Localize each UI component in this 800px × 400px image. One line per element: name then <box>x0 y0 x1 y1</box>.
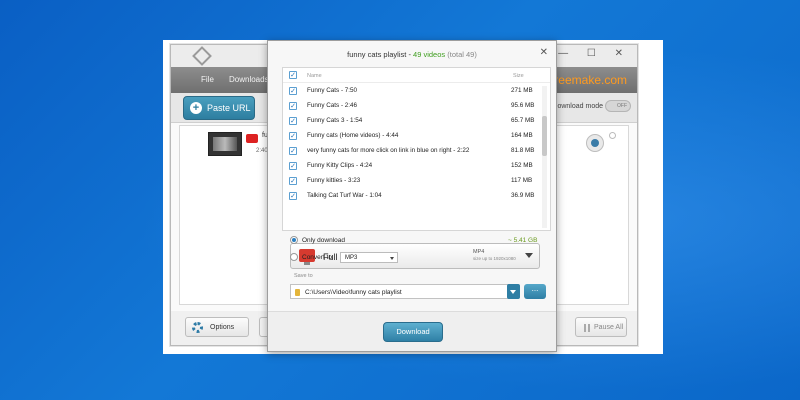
scroll-thumb[interactable] <box>542 116 547 156</box>
video-thumbnail <box>208 132 242 156</box>
list-item[interactable]: ✓ Funny cats (Home videos) - 4:44 164 MB <box>283 129 543 144</box>
only-download-size: ~ 5.41 GB <box>508 237 538 244</box>
list-item[interactable]: ✓ Funny Cats 3 - 1:54 65.7 MB <box>283 114 543 129</box>
chevron-down-icon <box>525 253 533 258</box>
item-size: 117 MB <box>511 177 533 184</box>
item-size: 81.8 MB <box>511 147 535 154</box>
item-name: Talking Cat Turf War - 1:04 <box>307 192 382 199</box>
list-item[interactable]: ✓ very funny cats for more click on link… <box>283 144 543 159</box>
item-checkbox[interactable]: ✓ <box>289 87 297 95</box>
item-name: Funny cats (Home videos) - 4:44 <box>307 132 399 139</box>
browse-button[interactable]: ... <box>524 284 546 299</box>
item-checkbox[interactable]: ✓ <box>289 162 297 170</box>
item-checkbox[interactable]: ✓ <box>289 132 297 140</box>
item-radio[interactable] <box>609 132 616 139</box>
close-icon[interactable]: ✕ <box>540 47 548 58</box>
dialog-bottom-bar: Download <box>268 311 556 351</box>
convert-to-radio[interactable] <box>290 253 298 261</box>
item-size: 152 MB <box>511 162 533 169</box>
menu-file[interactable]: File <box>201 75 214 84</box>
options-button[interactable]: Options <box>185 317 249 337</box>
list-scrollbar[interactable] <box>542 86 547 228</box>
list-item[interactable]: ✓ Funny Cats - 7:50 271 MB <box>283 84 543 99</box>
paste-url-button[interactable]: + Paste URL <box>183 96 255 120</box>
item-size: 271 MB <box>511 87 533 94</box>
download-mode-toggle[interactable]: OFF <box>605 100 631 112</box>
list-item[interactable]: ✓ Funny Kitty Clips - 4:24 152 MB <box>283 159 543 174</box>
save-path-text: C:\Users\Video\funny cats playlist <box>305 289 402 296</box>
column-size[interactable]: Size <box>513 73 524 79</box>
pause-all-label: Pause All <box>594 324 624 331</box>
folder-icon <box>295 289 300 296</box>
item-size: 65.7 MB <box>511 117 535 124</box>
list-item[interactable]: ✓ Funny Cats - 2:46 95.6 MB <box>283 99 543 114</box>
video-list: ✓ Name Size ✓ Funny Cats - 7:50 271 MB ✓… <box>282 67 551 231</box>
pause-icon <box>584 324 590 332</box>
download-item-meta: 2:40 <box>256 148 268 154</box>
convert-format-value: MP3 <box>345 255 358 261</box>
list-item[interactable]: ✓ Funny kitties - 3:23 117 MB <box>283 174 543 189</box>
dialog-title-main: funny cats playlist <box>347 50 407 59</box>
item-name: Funny Cats 3 - 1:54 <box>307 117 363 124</box>
download-button[interactable]: Download <box>383 322 443 342</box>
dialog-title-total: (total 49) <box>447 50 477 59</box>
globe-icon[interactable] <box>586 134 604 152</box>
youtube-icon <box>246 134 258 143</box>
paste-url-label: Paste URL <box>207 103 251 113</box>
only-download-label[interactable]: Only download <box>302 237 345 244</box>
chevron-down-icon <box>390 257 394 260</box>
quality-resolution: size up to 1920x1080 <box>473 256 516 261</box>
quality-format: MP4 <box>473 249 485 255</box>
item-name: very funny cats for more click on link i… <box>307 147 470 154</box>
save-to-label: Save to <box>294 273 313 279</box>
app-logo-icon <box>192 46 212 66</box>
item-size: 95.6 MB <box>511 102 535 109</box>
column-name[interactable]: Name <box>307 73 322 79</box>
menu-downloads[interactable]: Downloads <box>229 75 269 84</box>
item-name: Funny kitties - 3:23 <box>307 177 361 184</box>
item-checkbox[interactable]: ✓ <box>289 102 297 110</box>
list-header: ✓ Name Size <box>283 68 550 83</box>
dialog-title-videos: 49 videos <box>413 50 446 59</box>
item-name: Funny Cats - 7:50 <box>307 87 358 94</box>
item-name: Funny Kitty Clips - 4:24 <box>307 162 373 169</box>
item-size: 164 MB <box>511 132 533 139</box>
brand-link[interactable]: freemake.com <box>551 73 627 87</box>
select-all-checkbox[interactable]: ✓ <box>289 71 297 79</box>
options-label: Options <box>210 324 235 331</box>
playlist-dialog: funny cats playlist - 49 videos (total 4… <box>267 40 557 352</box>
list-item[interactable]: ✓ Talking Cat Turf War - 1:04 36.9 MB <box>283 189 543 204</box>
pause-all-button[interactable]: Pause All <box>575 317 627 337</box>
download-mode-label: Download mode <box>552 103 603 110</box>
save-path-input[interactable]: C:\Users\Video\funny cats playlist <box>290 284 512 299</box>
dialog-title: funny cats playlist - 49 videos (total 4… <box>347 50 477 59</box>
window-controls[interactable]: — ☐ ✕ <box>558 48 631 59</box>
item-checkbox[interactable]: ✓ <box>289 192 297 200</box>
plus-icon: + <box>190 102 202 114</box>
item-checkbox[interactable]: ✓ <box>289 147 297 155</box>
convert-to-label[interactable]: Convert to <box>302 254 332 261</box>
item-name: Funny Cats - 2:46 <box>307 102 358 109</box>
save-path-dropdown[interactable] <box>507 284 520 299</box>
only-download-radio[interactable] <box>290 236 298 244</box>
item-size: 36.9 MB <box>511 192 535 199</box>
item-checkbox[interactable]: ✓ <box>289 177 297 185</box>
convert-format-select[interactable]: MP3 <box>340 252 398 263</box>
gear-icon <box>192 322 203 333</box>
item-checkbox[interactable]: ✓ <box>289 117 297 125</box>
